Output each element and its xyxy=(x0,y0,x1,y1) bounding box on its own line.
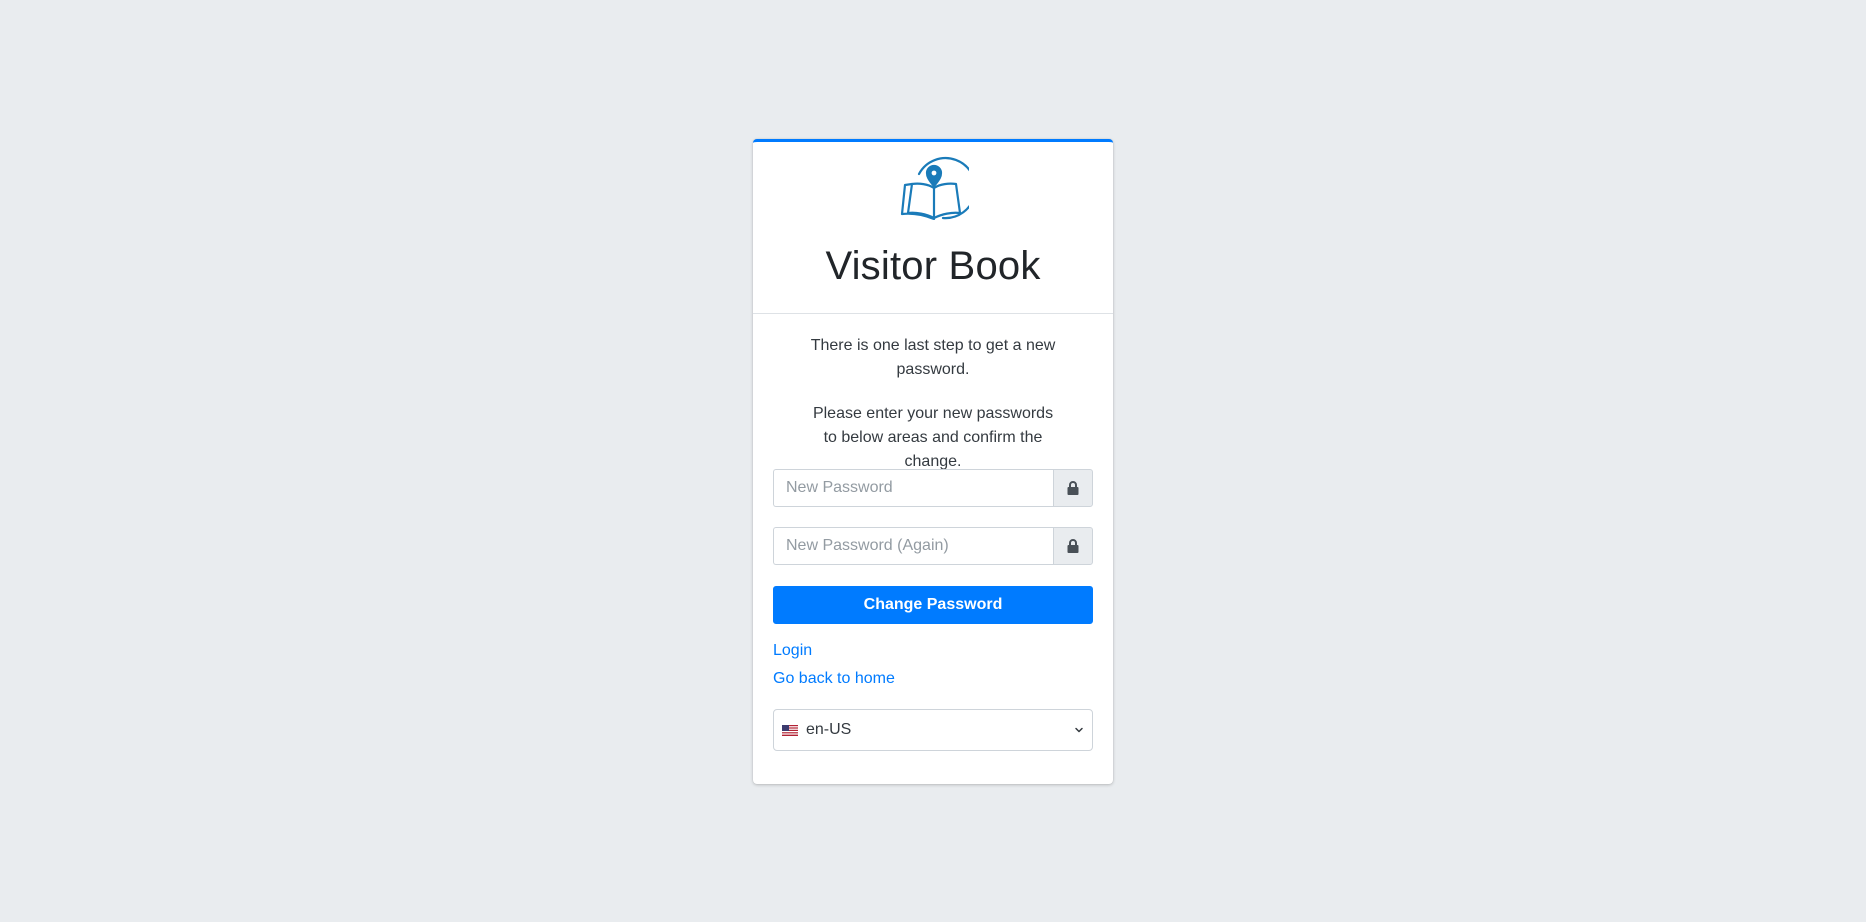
language-select[interactable]: en-US xyxy=(773,709,1093,751)
instruction-text: There is one last step to get a new pass… xyxy=(810,337,1056,378)
chevron-down-icon xyxy=(1075,727,1083,733)
card-header: Visitor Book xyxy=(753,142,1113,314)
language-selected-value: en-US xyxy=(806,721,852,738)
change-password-button[interactable]: Change Password xyxy=(773,586,1093,624)
app-title: Visitor Book xyxy=(825,244,1041,288)
book-map-pin-icon xyxy=(900,157,969,220)
login-link[interactable]: Login xyxy=(773,639,812,663)
us-flag-icon xyxy=(782,724,798,736)
password-reset-card: Visitor Book There is one last step to g… xyxy=(753,139,1113,784)
new-password-input[interactable] xyxy=(773,469,1053,507)
lock-icon xyxy=(1067,539,1079,553)
confirm-password-addon xyxy=(1053,527,1093,565)
lock-icon xyxy=(1067,481,1079,495)
new-password-group xyxy=(773,469,1093,507)
confirm-password-group xyxy=(773,527,1093,565)
instruction-text-secondary: Please enter your new passwords to below… xyxy=(812,405,1054,470)
home-link[interactable]: Go back to home xyxy=(773,667,895,691)
confirm-password-input[interactable] xyxy=(773,527,1053,565)
card-body: There is one last step to get a new pass… xyxy=(753,314,1113,751)
new-password-addon xyxy=(1053,469,1093,507)
